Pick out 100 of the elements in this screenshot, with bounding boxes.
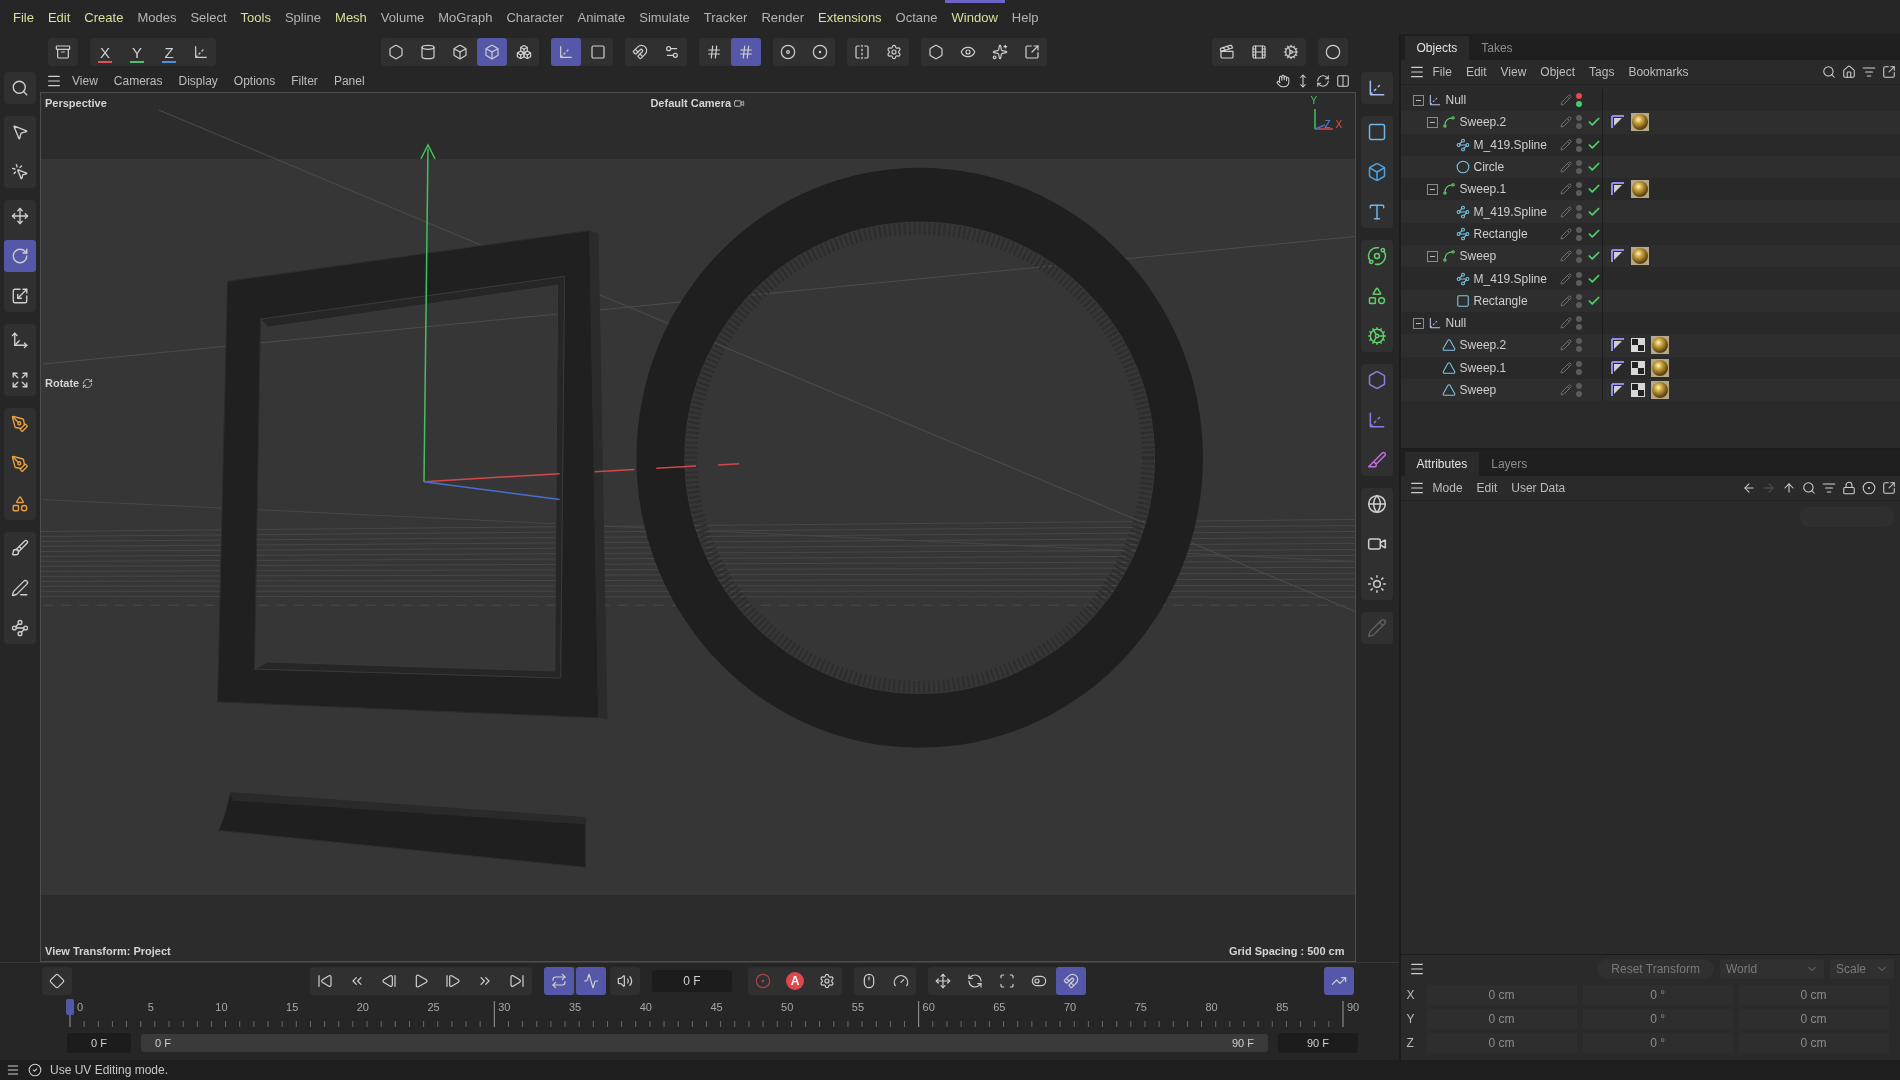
object-row[interactable]: Sweep (1400, 245, 1900, 268)
view-transform-label: View Transform: Project (45, 945, 171, 957)
frame-field[interactable]: 0 F (652, 970, 732, 992)
object-name[interactable]: Rectangle (1473, 293, 1556, 308)
panel-menu-item[interactable]: Tags (1583, 65, 1621, 79)
panel-tab[interactable]: Objects (1404, 36, 1470, 60)
object-name[interactable]: Sweep.2 (1459, 338, 1556, 353)
view-menu-item[interactable]: Display (172, 74, 224, 88)
panel-menu-item[interactable]: Mode (1426, 481, 1469, 495)
object-name[interactable]: Rectangle (1473, 226, 1556, 241)
panel-tab[interactable]: Layers (1479, 452, 1540, 476)
object-name[interactable]: Null (1445, 93, 1556, 108)
frame-label: 45 (710, 1001, 723, 1013)
frame-label: 90 (1346, 1001, 1360, 1013)
axis-lock-button[interactable]: X (90, 38, 120, 66)
coordinate-field[interactable]: 0 cm (1738, 1033, 1889, 1053)
menu-item[interactable]: File (6, 0, 41, 34)
view-menu-item[interactable]: View (66, 74, 104, 88)
range-bar[interactable]: 0 F 90 F (141, 1034, 1268, 1052)
frame-label: 10 (215, 1001, 228, 1013)
menu-item[interactable]: Edit (40, 0, 78, 34)
view-menu-item[interactable]: Options (227, 74, 282, 88)
grid-spacing-label: Grid Spacing : 500 cm (1229, 945, 1345, 957)
menu-item[interactable]: Tools (233, 0, 278, 34)
object-name[interactable]: Sweep.2 (1459, 115, 1556, 130)
camera-name: Default Camera (650, 97, 732, 109)
panel-menu-item[interactable]: Object (1534, 65, 1582, 79)
coordinate-field[interactable]: 0 ° (1582, 1009, 1733, 1029)
frame-label: 25 (427, 1001, 440, 1013)
view-name: Perspective (45, 97, 107, 109)
object-row[interactable]: Sweep (1400, 378, 1900, 402)
menu-item[interactable]: Mesh (328, 0, 374, 34)
menu-item[interactable]: Help (1004, 0, 1046, 34)
view-menu-item[interactable]: Cameras (107, 74, 169, 88)
frame-label: 15 (286, 1001, 299, 1013)
object-row[interactable]: Sweep.2 (1400, 111, 1900, 134)
axis-label: X (1335, 119, 1343, 130)
frame-label: 80 (1205, 1001, 1218, 1013)
menu-item[interactable]: Render (754, 0, 811, 34)
panel-menu-item[interactable]: Edit (1459, 65, 1493, 79)
panel-tab[interactable]: Takes (1469, 36, 1525, 60)
menu-item[interactable]: Modes (130, 0, 184, 34)
view-menu-item[interactable]: Panel (327, 74, 371, 88)
panel-menu-item[interactable]: Edit (1470, 481, 1504, 495)
frame-label: 85 (1276, 1001, 1289, 1013)
menu-item[interactable]: Animate (570, 0, 633, 34)
object-name[interactable]: M_419.Spline (1473, 137, 1556, 152)
object-name[interactable]: Sweep (1459, 249, 1556, 264)
panel-menu-item[interactable]: File (1426, 65, 1458, 79)
menu-item[interactable]: Extensions (811, 0, 889, 34)
object-name[interactable]: M_419.Spline (1473, 271, 1556, 286)
object-name[interactable]: M_419.Spline (1473, 204, 1556, 219)
range-start-label: 0 F (155, 1037, 171, 1049)
object-name[interactable]: Sweep (1459, 383, 1556, 397)
panel-menu-item[interactable]: User Data (1505, 481, 1572, 495)
coordinate-field[interactable]: 0 cm (1426, 1033, 1577, 1053)
axis-label: X (1406, 988, 1416, 1002)
frame-label: 0 (76, 1001, 84, 1013)
view-menu-item[interactable]: Filter (285, 74, 324, 88)
menu-item[interactable]: Simulate (632, 0, 697, 34)
coordinate-field[interactable]: 0 ° (1582, 985, 1733, 1005)
menu-item[interactable]: Select (183, 0, 234, 34)
frame-label: 65 (993, 1001, 1006, 1013)
menu-item[interactable]: Character (499, 0, 571, 34)
menu-item[interactable]: MoGraph (431, 0, 500, 34)
frame-label: 75 (1134, 1001, 1147, 1013)
panel-tab[interactable]: Attributes (1404, 452, 1480, 476)
coordinate-field[interactable]: 0 cm (1426, 1009, 1577, 1029)
object-name[interactable]: Sweep.1 (1459, 182, 1556, 197)
axis-label: Z (1324, 119, 1331, 130)
frame-label: 70 (1064, 1001, 1077, 1013)
axis-label: Y (1406, 1012, 1416, 1026)
axis-label: Z (1406, 1036, 1415, 1050)
coordinate-field[interactable]: 0 ° (1582, 1033, 1733, 1053)
menu-item[interactable]: Spline (277, 0, 329, 34)
panel-menu-item[interactable]: Bookmarks (1622, 65, 1695, 79)
menu-item[interactable]: Volume (373, 0, 432, 34)
object-name[interactable]: Null (1445, 316, 1556, 331)
coordinate-field[interactable]: 0 cm (1426, 985, 1577, 1005)
coordinate-field[interactable]: 0 cm (1738, 1009, 1889, 1029)
menu-item[interactable]: Tracker (696, 0, 755, 34)
axis-label: Y (1310, 95, 1318, 106)
frame-label: 5 (147, 1001, 154, 1013)
object-row[interactable]: Sweep.2 (1400, 334, 1900, 357)
coordinate-field[interactable]: 0 cm (1738, 985, 1889, 1005)
object-name[interactable]: Sweep.1 (1459, 360, 1556, 375)
end-frame-field[interactable]: 90 F (1278, 1033, 1358, 1053)
panel-menu-item[interactable]: View (1494, 65, 1533, 79)
start-frame-field[interactable]: 0 F (67, 1033, 131, 1053)
axis-lock-button[interactable]: Z (154, 38, 184, 66)
frame-label: 35 (568, 1001, 582, 1013)
axis-lock-button[interactable]: Y (122, 38, 152, 66)
menu-item[interactable]: Octane (888, 0, 945, 34)
range-end-label: 90 F (1232, 1037, 1254, 1049)
frame-label: 50 (781, 1001, 794, 1013)
object-row[interactable]: M_419.Spline (1400, 200, 1900, 223)
object-name[interactable]: Circle (1473, 160, 1556, 175)
object-row[interactable]: Rectangle (1400, 289, 1900, 312)
menu-item[interactable]: Create (77, 0, 131, 34)
object-row[interactable]: Circle (1400, 155, 1900, 179)
